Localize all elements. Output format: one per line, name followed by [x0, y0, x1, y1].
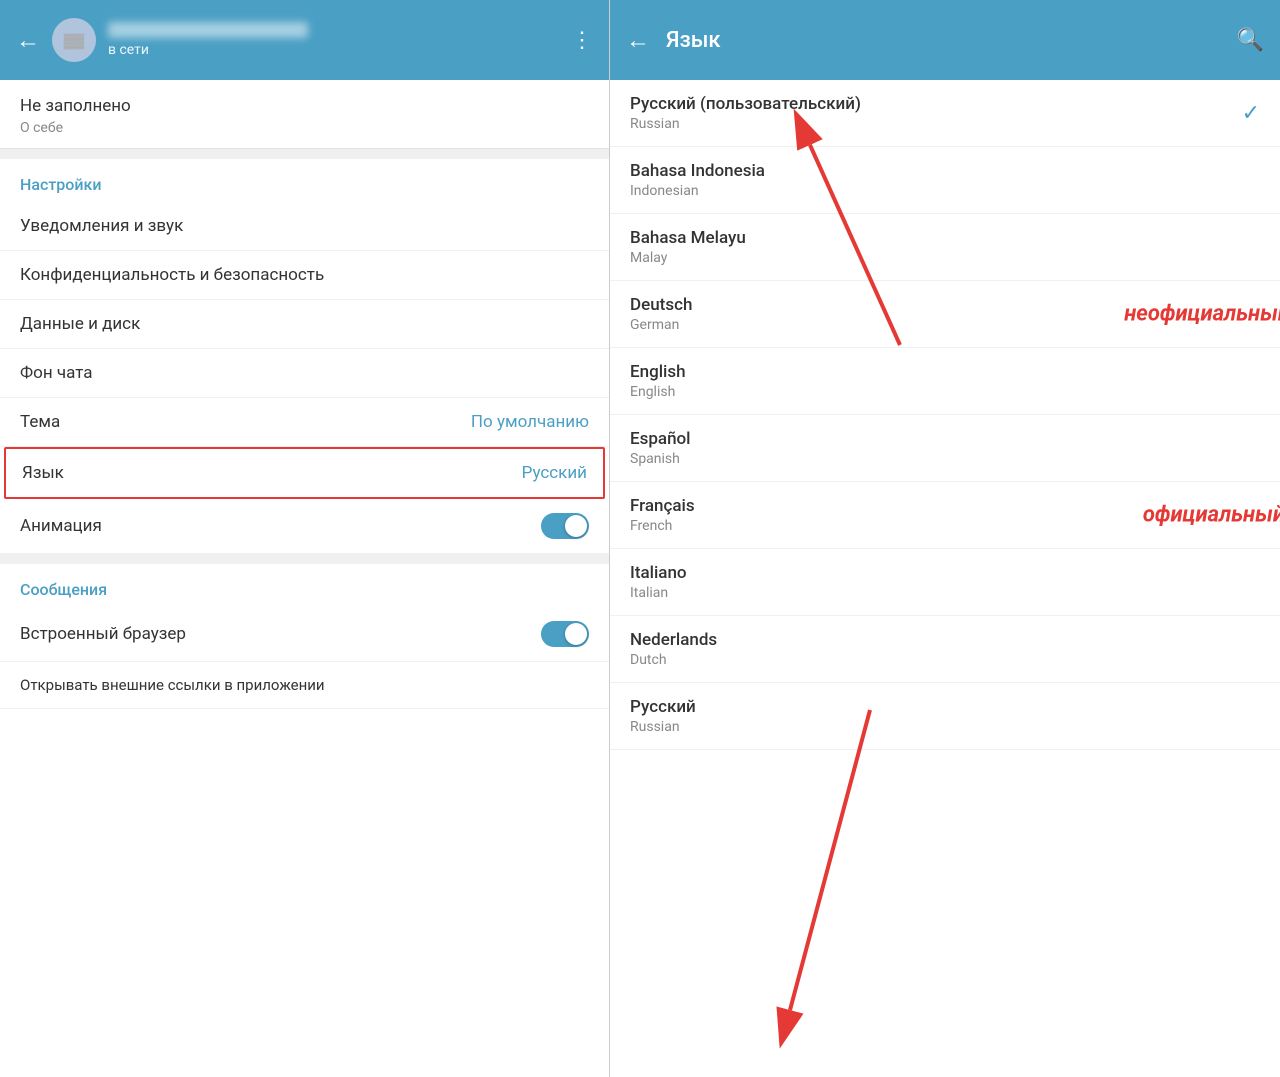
- setting-value: По умолчанию: [471, 412, 589, 432]
- lang-item-text: Español Spanish: [630, 429, 691, 467]
- lang-sub: French: [630, 518, 695, 534]
- lang-name: Nederlands: [630, 630, 717, 650]
- lang-name: Español: [630, 429, 691, 449]
- left-panel: ← ▓▓ в сети ⋮ Не заполнено О себе Настро…: [0, 0, 610, 1077]
- search-icon[interactable]: 🔍: [1237, 28, 1264, 53]
- setting-label: Конфиденциальность и безопасность: [20, 265, 324, 285]
- header-info: в сети: [108, 22, 559, 58]
- lang-item-text: Bahasa Melayu Malay: [630, 228, 746, 266]
- lang-name: Italiano: [630, 563, 687, 583]
- profile-not-filled: Не заполнено: [20, 96, 589, 116]
- setting-label: Встроенный браузер: [20, 624, 186, 644]
- divider: [0, 149, 609, 159]
- lang-item-text: English English: [630, 362, 686, 400]
- setting-label: Анимация: [20, 516, 102, 536]
- lang-name: Bahasa Indonesia: [630, 161, 765, 181]
- lang-sub: Dutch: [630, 652, 717, 668]
- lang-item-text: Français French: [630, 496, 695, 534]
- profile-about: О себе: [20, 120, 589, 136]
- avatar: ▓▓: [52, 18, 96, 62]
- back-button[interactable]: ←: [16, 26, 40, 55]
- lang-name: Русский: [630, 697, 696, 717]
- setting-language[interactable]: Язык Русский: [4, 447, 605, 499]
- setting-label: Язык: [22, 463, 64, 483]
- contact-status: в сети: [108, 42, 559, 58]
- lang-item-text: Italiano Italian: [630, 563, 687, 601]
- setting-browser[interactable]: Встроенный браузер: [0, 607, 609, 662]
- animation-toggle[interactable]: [541, 513, 589, 539]
- lang-item-dutch[interactable]: Nederlands Dutch: [610, 616, 1280, 683]
- right-panel: ← Язык 🔍 Русский (пользовательский) Russ…: [610, 0, 1280, 1077]
- lang-item-text: Русский Russian: [630, 697, 696, 735]
- lang-sub: Italian: [630, 585, 687, 601]
- setting-notifications[interactable]: Уведомления и звук: [0, 202, 609, 251]
- lang-sub: Indonesian: [630, 183, 765, 199]
- lang-sub: German: [630, 317, 692, 333]
- language-screen-title: Язык: [666, 28, 1221, 53]
- left-header: ← ▓▓ в сети ⋮: [0, 0, 609, 80]
- setting-chat-bg[interactable]: Фон чата: [0, 349, 609, 398]
- left-content: Не заполнено О себе Настройки Уведомлени…: [0, 80, 609, 1077]
- language-back-button[interactable]: ←: [626, 26, 650, 55]
- setting-label: Тема: [20, 412, 60, 432]
- lang-name: Bahasa Melayu: [630, 228, 746, 248]
- lang-sub: Russian: [630, 116, 861, 132]
- lang-item-spanish[interactable]: Español Spanish: [610, 415, 1280, 482]
- lang-item-russian[interactable]: Русский Russian: [610, 683, 1280, 750]
- contact-name-blurred: [108, 22, 308, 38]
- language-list: Русский (пользовательский) Russian ✓ Bah…: [610, 80, 1280, 1077]
- lang-sub: Spanish: [630, 451, 691, 467]
- setting-data[interactable]: Данные и диск: [0, 300, 609, 349]
- unofficial-annotation: неофициальный: [1124, 302, 1280, 327]
- setting-theme[interactable]: Тема По умолчанию: [0, 398, 609, 447]
- messages-section-header: Сообщения: [0, 564, 609, 607]
- divider2: [0, 554, 609, 564]
- more-options-button[interactable]: ⋮: [571, 28, 593, 53]
- lang-item-russian-custom[interactable]: Русский (пользовательский) Russian ✓: [610, 80, 1280, 147]
- official-annotation: официальный: [1143, 503, 1280, 528]
- lang-item-english[interactable]: English English: [610, 348, 1280, 415]
- lang-item-indonesian[interactable]: Bahasa Indonesia Indonesian: [610, 147, 1280, 214]
- lang-item-german[interactable]: Deutsch German неофициальный: [610, 281, 1280, 348]
- lang-item-italian[interactable]: Italiano Italian: [610, 549, 1280, 616]
- setting-external-links[interactable]: Открывать внешние ссылки в приложении: [0, 662, 609, 709]
- setting-animation[interactable]: Анимация: [0, 499, 609, 554]
- check-icon: ✓: [1242, 101, 1260, 126]
- lang-name: Français: [630, 496, 695, 516]
- setting-privacy[interactable]: Конфиденциальность и безопасность: [0, 251, 609, 300]
- settings-section-header: Настройки: [0, 159, 609, 202]
- lang-item-text: Deutsch German: [630, 295, 692, 333]
- lang-item-malay[interactable]: Bahasa Melayu Malay: [610, 214, 1280, 281]
- setting-label: Уведомления и звук: [20, 216, 183, 236]
- lang-item-text: Nederlands Dutch: [630, 630, 717, 668]
- lang-sub: Russian: [630, 719, 696, 735]
- setting-label: Фон чата: [20, 363, 93, 383]
- lang-name: Deutsch: [630, 295, 692, 315]
- lang-item-french[interactable]: Français French официальный: [610, 482, 1280, 549]
- lang-name: Русский (пользовательский): [630, 94, 861, 114]
- lang-name: English: [630, 362, 686, 382]
- setting-label: Данные и диск: [20, 314, 140, 334]
- profile-section: Не заполнено О себе: [0, 80, 609, 149]
- right-header: ← Язык 🔍: [610, 0, 1280, 80]
- lang-sub: English: [630, 384, 686, 400]
- setting-value: Русский: [522, 463, 587, 483]
- setting-label: Открывать внешние ссылки в приложении: [20, 676, 325, 694]
- browser-toggle[interactable]: [541, 621, 589, 647]
- lang-item-text: Русский (пользовательский) Russian: [630, 94, 861, 132]
- lang-sub: Malay: [630, 250, 746, 266]
- lang-item-text: Bahasa Indonesia Indonesian: [630, 161, 765, 199]
